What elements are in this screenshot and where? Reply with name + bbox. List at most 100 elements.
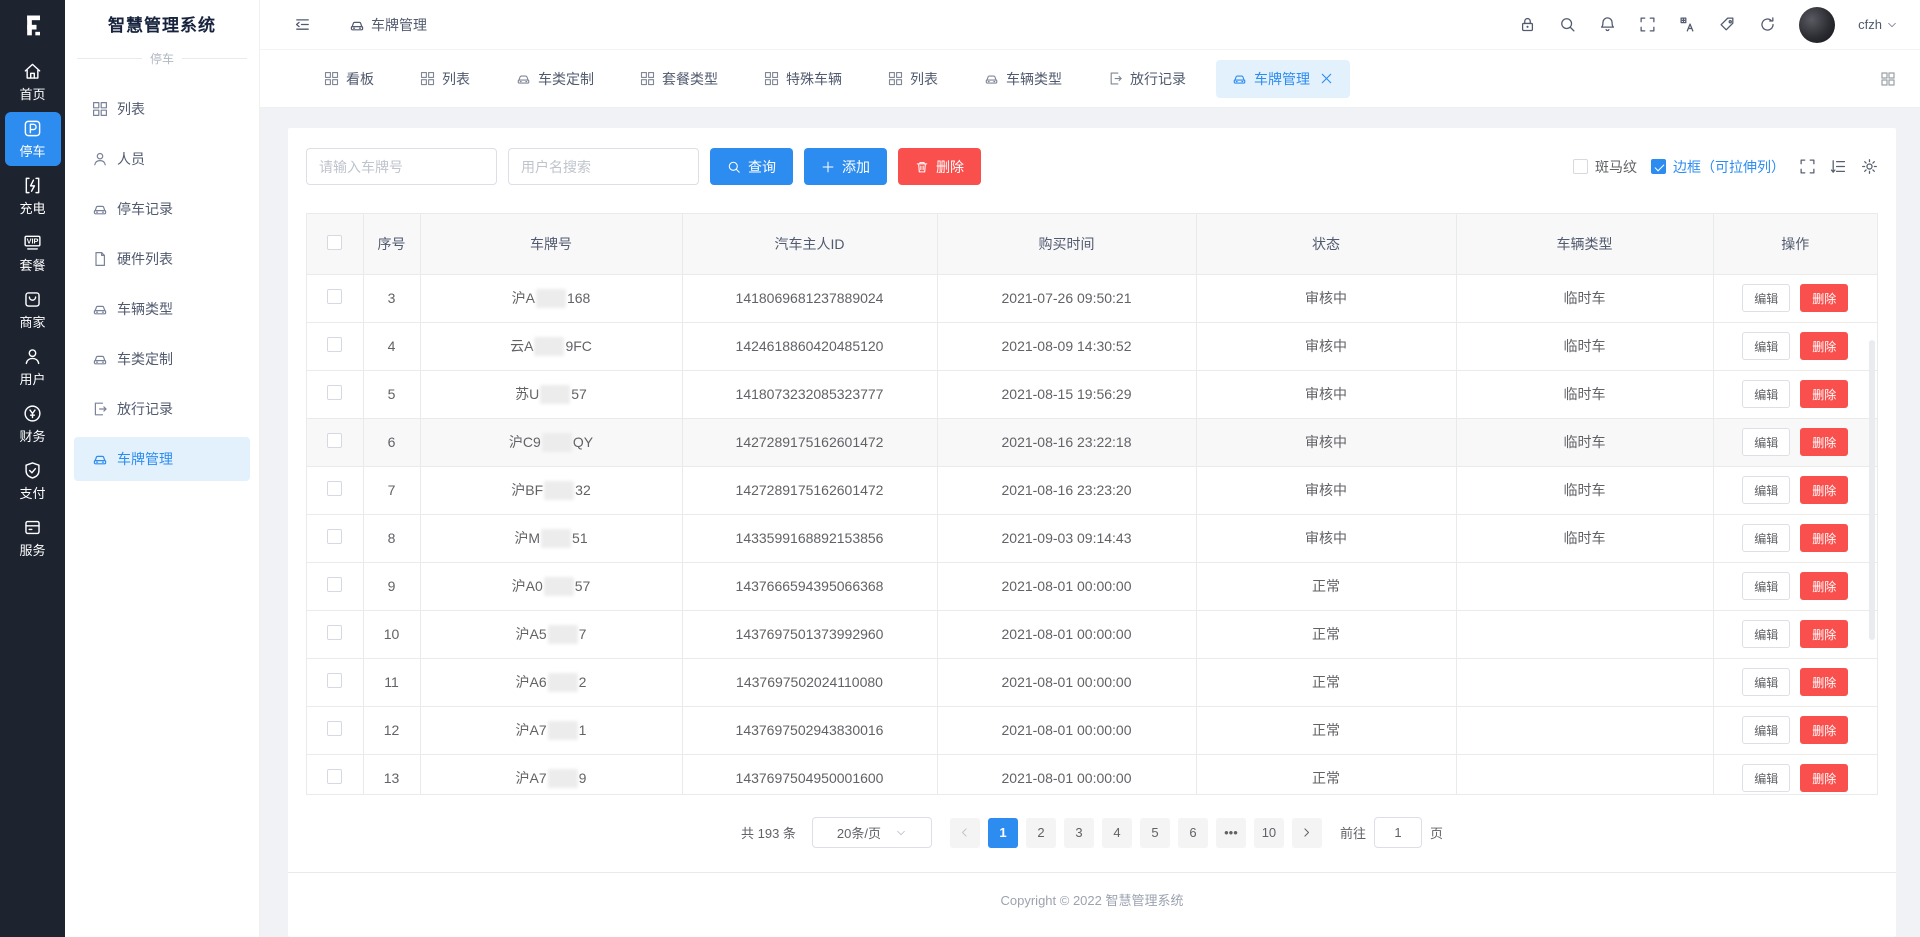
edit-button[interactable]: 编辑: [1742, 716, 1790, 744]
page-button-6[interactable]: 6: [1178, 818, 1208, 848]
rail-item-vip[interactable]: VIP套餐: [5, 226, 61, 280]
zebra-stripe-checkbox[interactable]: 斑马纹: [1573, 157, 1637, 177]
column-sort-icon[interactable]: [1830, 158, 1847, 175]
row-delete-button[interactable]: 删除: [1800, 380, 1848, 408]
add-button[interactable]: 添加: [804, 148, 887, 185]
row-checkbox[interactable]: [327, 481, 342, 496]
query-button[interactable]: 查询: [710, 148, 793, 185]
row-delete-button[interactable]: 删除: [1800, 764, 1848, 792]
edit-button[interactable]: 编辑: [1742, 428, 1790, 456]
page-button-1[interactable]: 1: [988, 818, 1018, 848]
page-size-select[interactable]: 20条/页: [812, 817, 932, 848]
language-icon[interactable]: [1679, 16, 1696, 33]
edit-button[interactable]: 编辑: [1742, 572, 1790, 600]
username-search-input[interactable]: [508, 148, 699, 185]
row-delete-button[interactable]: 删除: [1800, 524, 1848, 552]
page-button-10[interactable]: 10: [1254, 818, 1284, 848]
tab-4[interactable]: 特殊车辆: [748, 60, 858, 98]
sidebar-item-6[interactable]: 放行记录: [74, 387, 250, 431]
row-delete-button[interactable]: 删除: [1800, 476, 1848, 504]
rail-item-parking[interactable]: 停车: [5, 112, 61, 166]
user-avatar[interactable]: [1799, 7, 1835, 43]
sidebar-item-5[interactable]: 车类定制: [74, 337, 250, 381]
refresh-icon[interactable]: [1759, 16, 1776, 33]
table-settings-gear-icon[interactable]: [1861, 158, 1878, 175]
row-checkbox[interactable]: [327, 625, 342, 640]
row-checkbox[interactable]: [327, 385, 342, 400]
row-checkbox[interactable]: [327, 577, 342, 592]
page-button-4[interactable]: 4: [1102, 818, 1132, 848]
tab-8[interactable]: 车牌管理: [1216, 60, 1350, 98]
rail-item-finance[interactable]: 财务: [5, 397, 61, 451]
row-checkbox[interactable]: [327, 289, 342, 304]
table-scrollbar-thumb[interactable]: [1869, 340, 1875, 640]
row-delete-button[interactable]: 删除: [1800, 428, 1848, 456]
app-logo[interactable]: [0, 0, 65, 52]
goto-page-input[interactable]: [1374, 817, 1422, 848]
rail-item-charge[interactable]: 充电: [5, 169, 61, 223]
sidebar-item-0[interactable]: 列表: [74, 87, 250, 131]
tab-7[interactable]: 放行记录: [1092, 60, 1202, 98]
sidebar-item-7[interactable]: 车牌管理: [74, 437, 250, 481]
checkbox-icon[interactable]: [1573, 159, 1588, 174]
tab-0[interactable]: 看板: [308, 60, 390, 98]
tab-6[interactable]: 车辆类型: [968, 60, 1078, 98]
row-delete-button[interactable]: 删除: [1800, 716, 1848, 744]
table-row: 7沪BF3214272891751626014722021-08-16 23:2…: [307, 466, 1877, 514]
notification-bell-icon[interactable]: [1599, 16, 1616, 33]
delete-button[interactable]: 删除: [898, 148, 981, 185]
edit-button[interactable]: 编辑: [1742, 620, 1790, 648]
table-fullscreen-icon[interactable]: [1799, 158, 1816, 175]
sidebar-item-3[interactable]: 硬件列表: [74, 237, 250, 281]
rail-item-person[interactable]: 用户: [5, 340, 61, 394]
rail-item-store[interactable]: 商家: [5, 283, 61, 337]
lock-icon[interactable]: [1519, 16, 1536, 33]
sidebar-item-2[interactable]: 停车记录: [74, 187, 250, 231]
row-checkbox[interactable]: [327, 433, 342, 448]
tab-2[interactable]: 车类定制: [500, 60, 610, 98]
tab-5[interactable]: 列表: [872, 60, 954, 98]
edit-button[interactable]: 编辑: [1742, 764, 1790, 792]
edit-button[interactable]: 编辑: [1742, 284, 1790, 312]
rail-item-service[interactable]: 服务: [5, 511, 61, 565]
row-checkbox[interactable]: [327, 337, 342, 352]
page-button-3[interactable]: 3: [1064, 818, 1094, 848]
rail-item-home[interactable]: 首页: [5, 55, 61, 109]
row-checkbox[interactable]: [327, 769, 342, 784]
sidebar-item-1[interactable]: 人员: [74, 137, 250, 181]
row-checkbox[interactable]: [327, 673, 342, 688]
border-resizable-checkbox[interactable]: 边框（可拉伸列）: [1651, 157, 1785, 177]
sidebar-item-4[interactable]: 车辆类型: [74, 287, 250, 331]
checkbox-icon[interactable]: [1651, 159, 1666, 174]
tab-close-icon[interactable]: [1319, 71, 1334, 86]
row-delete-button[interactable]: 删除: [1800, 620, 1848, 648]
edit-button[interactable]: 编辑: [1742, 476, 1790, 504]
prev-page-button[interactable]: [950, 818, 980, 848]
sidebar-item-label: 硬件列表: [117, 249, 173, 269]
tab-grid-icon[interactable]: [1880, 71, 1896, 87]
tab-3[interactable]: 套餐类型: [624, 60, 734, 98]
select-all-checkbox[interactable]: [327, 235, 342, 250]
row-delete-button[interactable]: 删除: [1800, 668, 1848, 696]
row-checkbox[interactable]: [327, 529, 342, 544]
plate-search-input[interactable]: [306, 148, 497, 185]
tab-1[interactable]: 列表: [404, 60, 486, 98]
fullscreen-icon[interactable]: [1639, 16, 1656, 33]
user-menu[interactable]: cfzh: [1858, 17, 1898, 32]
row-checkbox[interactable]: [327, 721, 342, 736]
edit-button[interactable]: 编辑: [1742, 380, 1790, 408]
row-delete-button[interactable]: 删除: [1800, 572, 1848, 600]
edit-button[interactable]: 编辑: [1742, 524, 1790, 552]
row-delete-button[interactable]: 删除: [1800, 332, 1848, 360]
page-button-5[interactable]: 5: [1140, 818, 1170, 848]
theme-tag-icon[interactable]: [1719, 16, 1736, 33]
more-pages-button[interactable]: •••: [1216, 818, 1246, 848]
sidebar-collapse-icon[interactable]: [294, 16, 311, 33]
edit-button[interactable]: 编辑: [1742, 332, 1790, 360]
row-delete-button[interactable]: 删除: [1800, 284, 1848, 312]
edit-button[interactable]: 编辑: [1742, 668, 1790, 696]
page-button-2[interactable]: 2: [1026, 818, 1056, 848]
search-icon[interactable]: [1559, 16, 1576, 33]
next-page-button[interactable]: [1292, 818, 1322, 848]
rail-item-pay[interactable]: 支付: [5, 454, 61, 508]
